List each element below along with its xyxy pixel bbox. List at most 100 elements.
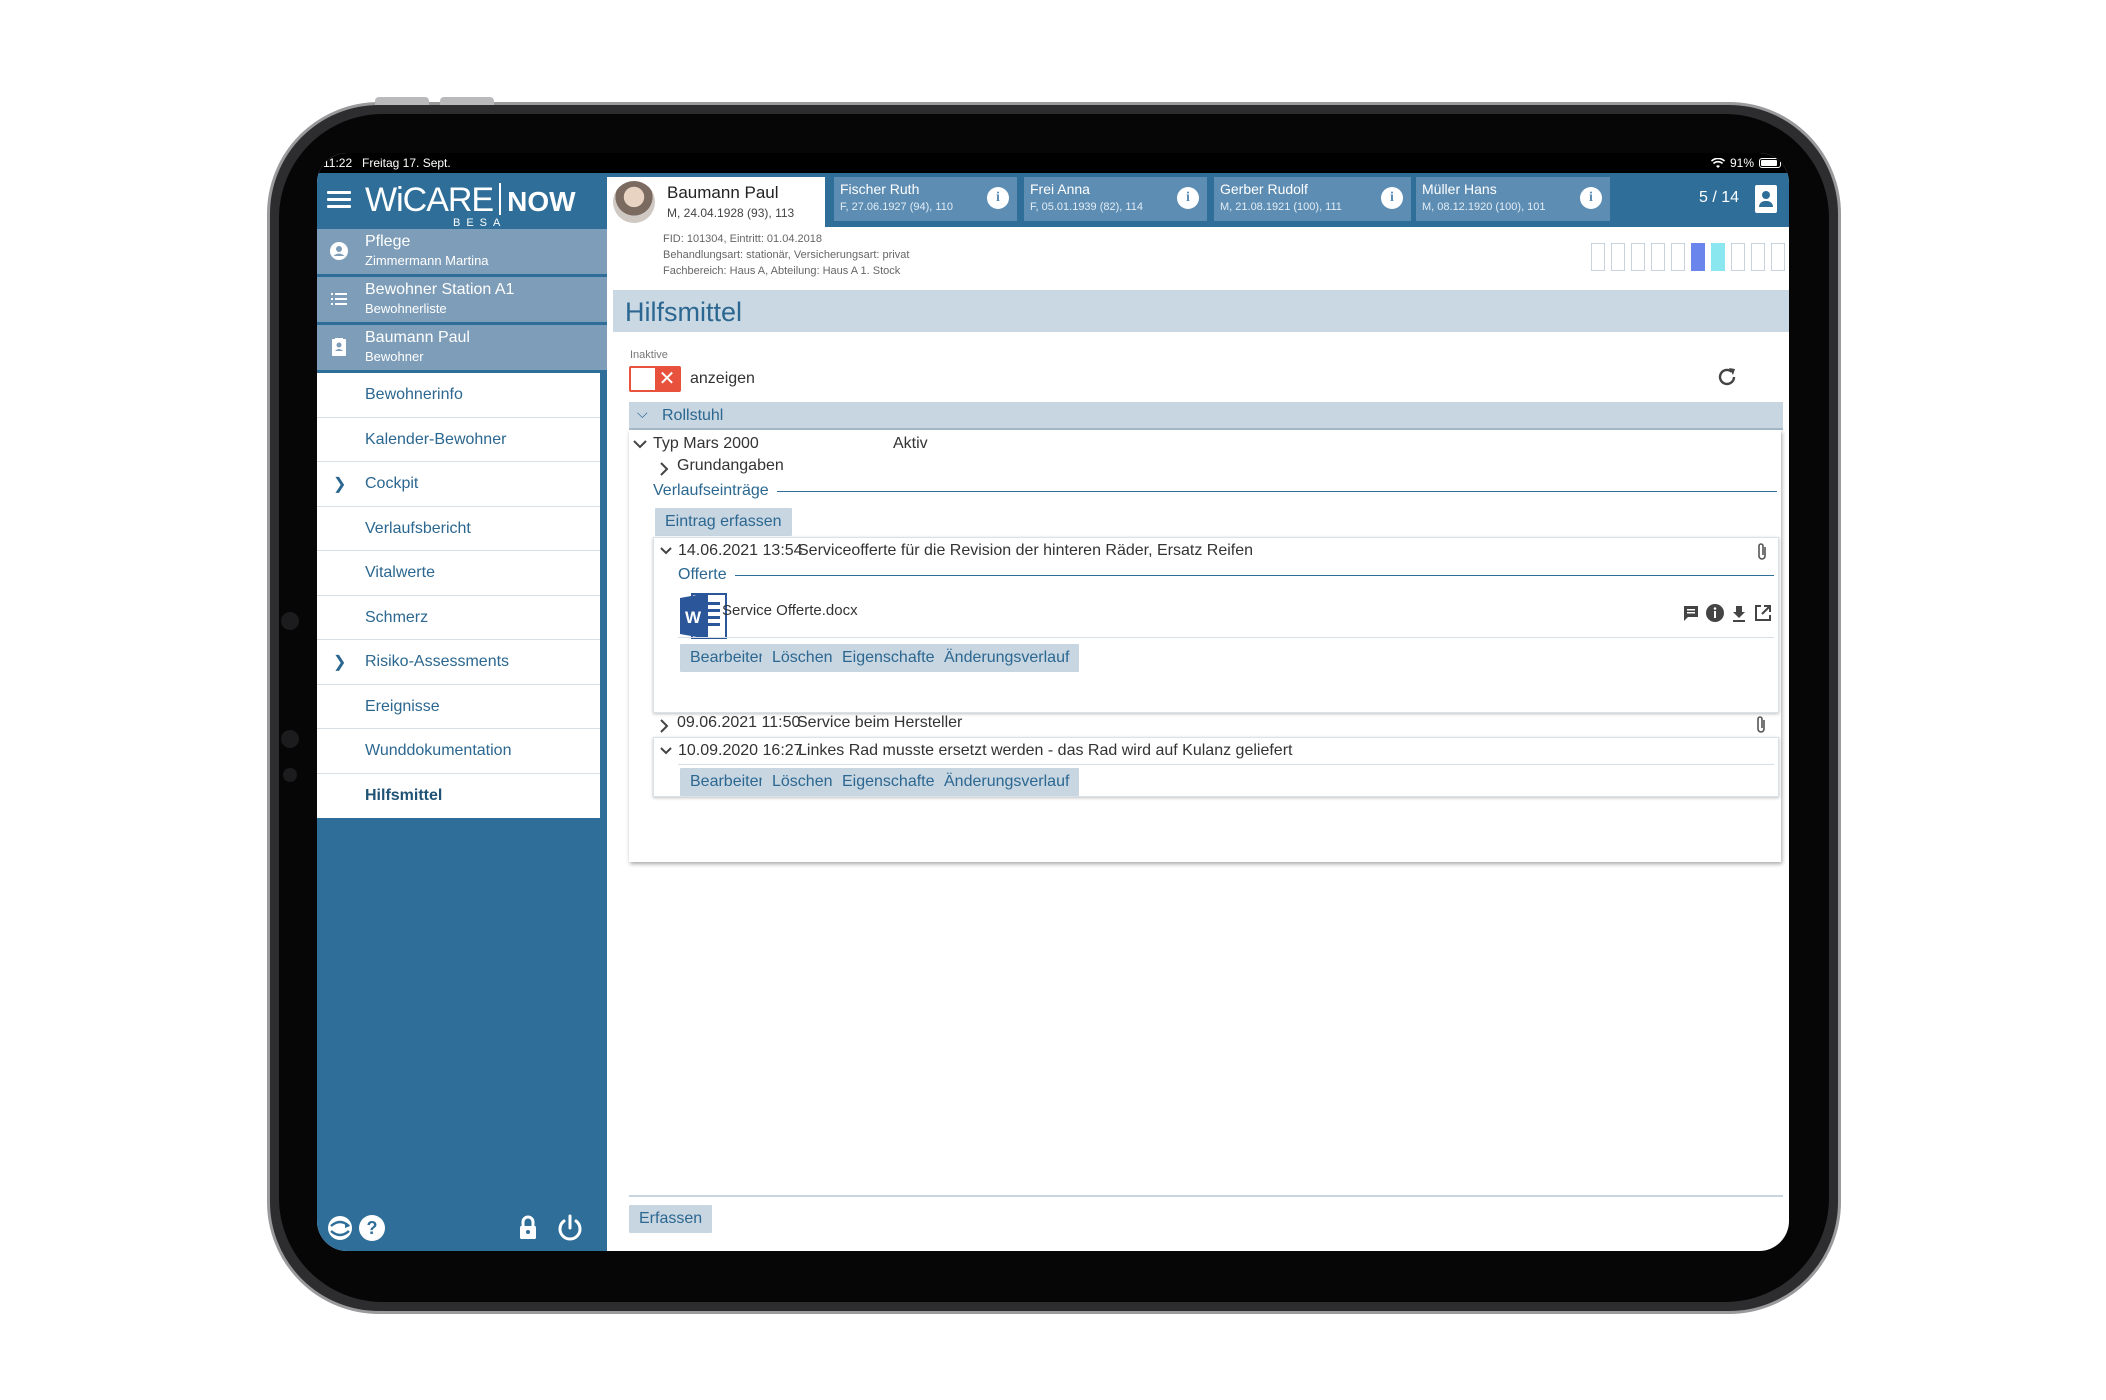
info-icon[interactable]: i xyxy=(987,187,1009,209)
patient-tab-details: M, 08.12.1920 (100), 101 xyxy=(1422,201,1546,213)
inactive-toggle[interactable]: ✕ xyxy=(629,366,681,392)
history-button[interactable]: Änderungsverlauf xyxy=(934,768,1080,796)
aid-name: Typ Mars 2000 xyxy=(653,435,759,452)
page-dot[interactable] xyxy=(1771,243,1785,271)
close-icon: ✕ xyxy=(655,368,679,390)
sidebar-item-verlaufsbericht[interactable]: Verlaufsbericht xyxy=(317,507,600,551)
chevron-down-icon[interactable] xyxy=(633,439,647,449)
svg-text:W: W xyxy=(685,608,702,627)
patient-tab-details: M, 21.08.1921 (100), 111 xyxy=(1220,201,1342,213)
grundangaben-label[interactable]: Grundangaben xyxy=(677,457,784,475)
page-dot[interactable] xyxy=(1631,243,1645,271)
sidebar-item-label: Verlaufsbericht xyxy=(365,519,471,537)
sidebar-item-risiko-assessments[interactable]: ❯ Risiko-Assessments xyxy=(317,640,600,685)
sidebar-item-schmerz[interactable]: Schmerz xyxy=(317,596,600,640)
sidebar-item-ereignisse[interactable]: Ereignisse xyxy=(317,685,600,729)
sidebar-item-wunddokumentation[interactable]: Wunddokumentation xyxy=(317,729,600,774)
patient-tab-details: F, 27.06.1927 (94), 110 xyxy=(840,201,953,213)
context-title: Pflege xyxy=(365,233,411,250)
lock-icon[interactable] xyxy=(513,1213,543,1243)
sidebar-item-label: Bewohnerinfo xyxy=(365,386,463,403)
sidebar-item-cockpit[interactable]: ❯ Cockpit xyxy=(317,462,600,507)
page-dot[interactable] xyxy=(1651,243,1665,271)
logo-now: NOW xyxy=(507,186,576,217)
sidebar-item-label: Hilfsmittel xyxy=(365,786,443,804)
chevron-right-icon: ❯ xyxy=(333,654,347,671)
sidebar-item-vitalwerte[interactable]: Vitalwerte xyxy=(317,551,600,596)
add-entry-button[interactable]: Eintrag erfassen xyxy=(655,508,792,536)
comment-icon[interactable] xyxy=(1680,602,1702,624)
patient-avatar xyxy=(613,181,655,223)
page-dot[interactable] xyxy=(1591,243,1605,271)
page-dot[interactable] xyxy=(1611,243,1625,271)
open-external-icon[interactable] xyxy=(1752,602,1774,624)
chevron-down-icon[interactable] xyxy=(660,547,672,555)
device-sensor xyxy=(281,612,299,630)
sidebar-item-label: Kalender-Bewohner xyxy=(365,430,507,448)
power-icon[interactable] xyxy=(555,1213,585,1243)
sidebar-item-label: Schmerz xyxy=(365,608,429,626)
page-title: Hilfsmittel xyxy=(625,297,743,327)
divider xyxy=(678,575,1774,576)
history-button[interactable]: Änderungsverlauf xyxy=(934,644,1080,672)
wifi-icon xyxy=(1710,157,1725,168)
list-icon xyxy=(331,293,347,305)
page-dot-highlight[interactable] xyxy=(1711,243,1725,271)
entry-text: Linkes Rad musste ersetzt werden - das R… xyxy=(798,742,1293,759)
contact-card-icon[interactable] xyxy=(1755,185,1777,213)
info-icon[interactable] xyxy=(1704,602,1726,624)
hamburger-menu-icon[interactable] xyxy=(327,191,351,209)
patient-meta-line: Fachbereich: Haus A, Abteilung: Haus A 1… xyxy=(663,265,901,277)
offerte-label: Offerte xyxy=(678,566,735,584)
context-pflege[interactable]: Pflege Zimmermann Martina xyxy=(317,229,607,274)
context-bewohner[interactable]: Baumann Paul Bewohner xyxy=(317,325,607,370)
history-entry: 10.09.2020 16:27 Linkes Rad musste erset… xyxy=(653,737,1779,797)
device-button xyxy=(375,97,429,105)
device-sensor xyxy=(283,768,297,782)
context-title: Baumann Paul xyxy=(365,329,470,346)
chevron-right-icon[interactable] xyxy=(659,719,669,733)
patient-tab[interactable]: Müller Hans M, 08.12.1920 (100), 101 i xyxy=(1416,177,1610,221)
create-button[interactable]: Erfassen xyxy=(629,1205,713,1233)
entry-text[interactable]: Service beim Hersteller xyxy=(797,714,962,732)
paperclip-icon[interactable] xyxy=(1755,715,1769,735)
group-rollstuhl[interactable]: ⌵ Rollstuhl xyxy=(629,402,1783,430)
aid-status: Aktiv xyxy=(893,435,928,452)
info-icon[interactable]: i xyxy=(1381,187,1403,209)
page-dot[interactable] xyxy=(1671,243,1685,271)
sidebar-item-kalender[interactable]: Kalender-Bewohner xyxy=(317,418,600,462)
current-patient[interactable]: Baumann Paul M, 24.04.1928 (93), 113 xyxy=(607,177,825,227)
sidebar: WiCARE NOW BESA Pflege Zimmermann Martina… xyxy=(317,173,607,1251)
delete-button[interactable]: Löschen xyxy=(762,644,843,672)
entry-text: Serviceofferte für die Revision der hint… xyxy=(798,542,1254,559)
patient-meta-line: Behandlungsart: stationär, Versicherungs… xyxy=(663,249,910,261)
chevron-down-icon[interactable] xyxy=(660,747,672,755)
patient-tab[interactable]: Fischer Ruth F, 27.06.1927 (94), 110 i xyxy=(834,177,1017,221)
status-time: 11:22 xyxy=(323,156,353,170)
download-icon[interactable] xyxy=(1728,602,1750,624)
info-icon[interactable]: i xyxy=(1580,187,1602,209)
page-dot-active[interactable] xyxy=(1691,243,1705,271)
sidebar-item-bewohnerinfo[interactable]: Bewohnerinfo xyxy=(317,373,600,418)
info-icon[interactable]: i xyxy=(1177,187,1199,209)
paperclip-icon[interactable] xyxy=(1756,542,1770,562)
group-label: Rollstuhl xyxy=(662,407,724,424)
refresh-icon[interactable] xyxy=(1715,365,1739,389)
page-dot[interactable] xyxy=(1751,243,1765,271)
delete-button[interactable]: Löschen xyxy=(762,768,843,796)
page-header: Hilfsmittel xyxy=(613,290,1789,332)
patient-tab[interactable]: Frei Anna F, 05.01.1939 (82), 114 i xyxy=(1024,177,1207,221)
entry-datetime: 14.06.2021 13:54 xyxy=(678,542,803,559)
sidebar-footer: ? xyxy=(317,1203,607,1251)
aid-card: Typ Mars 2000 Aktiv Grundangaben Verlauf… xyxy=(629,430,1781,862)
context-subtitle: Bewohner xyxy=(365,349,424,364)
globe-swap-icon[interactable] xyxy=(325,1213,355,1243)
chevron-right-icon[interactable] xyxy=(659,462,669,476)
context-subtitle: Zimmermann Martina xyxy=(365,253,489,268)
sidebar-item-hilfsmittel[interactable]: Hilfsmittel xyxy=(317,774,600,819)
page-dot[interactable] xyxy=(1731,243,1745,271)
help-icon[interactable]: ? xyxy=(357,1213,387,1243)
patient-tab[interactable]: Gerber Rudolf M, 21.08.1921 (100), 111 i xyxy=(1214,177,1411,221)
document-filename[interactable]: Service Offerte.docx xyxy=(722,602,858,619)
context-station[interactable]: Bewohner Station A1 Bewohnerliste xyxy=(317,277,607,322)
